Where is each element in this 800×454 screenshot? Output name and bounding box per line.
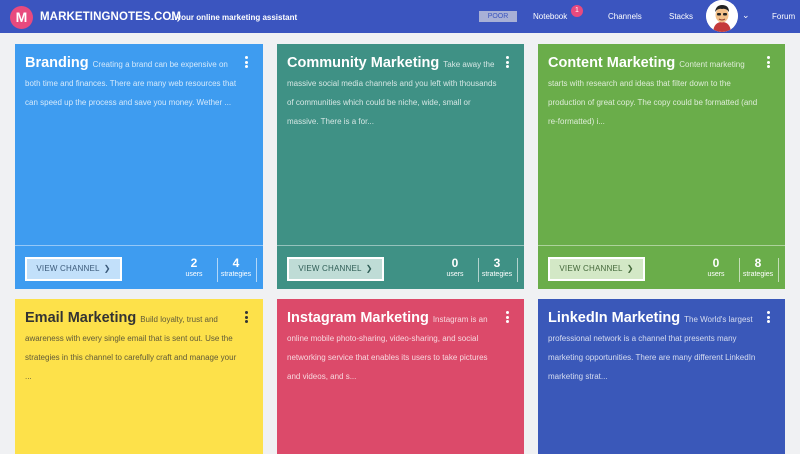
card-title: Instagram Marketing	[287, 310, 429, 326]
more-options-icon[interactable]	[506, 56, 510, 70]
notification-badge: 1	[571, 5, 583, 17]
users-label: users	[707, 271, 725, 278]
card-text: Email Marketing Build loyalty, trust and …	[25, 309, 241, 386]
user-avatar[interactable]	[706, 0, 738, 32]
users-count: 2	[190, 256, 198, 270]
card-text: Content Marketing Content marketing start…	[548, 54, 763, 131]
card-title: Email Marketing	[25, 310, 137, 326]
channel-card-email-marketing[interactable]: Email Marketing Build loyalty, trust and …	[15, 299, 263, 454]
strategies-count: 8	[754, 256, 762, 270]
card-footer: VIEW CHANNEL ❯ 2 users 4 strategies	[15, 245, 263, 289]
users-count: 0	[451, 256, 459, 270]
more-options-icon[interactable]	[506, 311, 510, 325]
strategies-label: strategies	[481, 271, 513, 278]
card-title: Branding	[25, 55, 89, 71]
channel-card-linkedin-marketing[interactable]: LinkedIn Marketing The World's largest pr…	[538, 299, 785, 454]
site-brand[interactable]: MARKETINGNOTES.COM	[40, 11, 181, 23]
view-channel-label: VIEW CHANNEL	[298, 264, 362, 273]
top-bar: M MARKETINGNOTES.COM ...your online mark…	[0, 0, 800, 33]
stat-divider	[256, 258, 257, 282]
strategies-count: 3	[493, 256, 501, 270]
chevron-right-icon: ❯	[626, 264, 634, 273]
more-options-icon[interactable]	[245, 56, 249, 70]
strategies-stat: 3 strategies	[479, 257, 515, 280]
status-badge: POOR	[479, 11, 517, 22]
nav-notebook[interactable]: Notebook	[533, 12, 567, 21]
view-channel-button[interactable]: VIEW CHANNEL ❯	[25, 257, 122, 281]
strategies-label: strategies	[220, 271, 252, 278]
strategies-count: 4	[232, 256, 240, 270]
card-text: Instagram Marketing Instagram is an onlin…	[287, 309, 502, 386]
card-text: LinkedIn Marketing The World's largest pr…	[548, 309, 763, 386]
more-options-icon[interactable]	[767, 56, 771, 70]
card-title: Community Marketing	[287, 55, 440, 71]
channel-card-instagram-marketing[interactable]: Instagram Marketing Instagram is an onlin…	[277, 299, 524, 454]
card-text: Branding Creating a brand can be expensiv…	[25, 54, 241, 112]
users-stat: 0 users	[700, 257, 732, 280]
users-label: users	[446, 271, 464, 278]
strategies-stat: 4 strategies	[218, 257, 254, 280]
card-title: LinkedIn Marketing	[548, 310, 681, 326]
nav-stacks[interactable]: Stacks	[669, 12, 693, 21]
avatar-icon	[706, 0, 738, 32]
users-stat: 2 users	[178, 257, 210, 280]
nav-channels[interactable]: Channels	[608, 12, 642, 21]
channel-card-content-marketing[interactable]: Content Marketing Content marketing start…	[538, 44, 785, 289]
chevron-right-icon: ❯	[365, 264, 373, 273]
channel-card-community-marketing[interactable]: Community Marketing Take away the massive…	[277, 44, 524, 289]
stat-divider	[517, 258, 518, 282]
strategies-stat: 8 strategies	[740, 257, 776, 280]
view-channel-button[interactable]: VIEW CHANNEL ❯	[287, 257, 384, 281]
stat-divider	[778, 258, 779, 282]
users-count: 0	[712, 256, 720, 270]
chevron-down-icon[interactable]: ⌄	[742, 10, 750, 21]
more-options-icon[interactable]	[245, 311, 249, 325]
card-footer: VIEW CHANNEL ❯ 0 users 3 strategies	[277, 245, 524, 289]
nav-forum[interactable]: Forum	[772, 12, 795, 21]
users-stat: 0 users	[439, 257, 471, 280]
view-channel-label: VIEW CHANNEL	[36, 264, 100, 273]
strategies-label: strategies	[742, 271, 774, 278]
more-options-icon[interactable]	[767, 311, 771, 325]
site-tagline: ...your online marketing assistant	[170, 13, 298, 22]
card-title: Content Marketing	[548, 55, 676, 71]
logo[interactable]: M	[10, 6, 33, 29]
card-footer: VIEW CHANNEL ❯ 0 users 8 strategies	[538, 245, 785, 289]
view-channel-button[interactable]: VIEW CHANNEL ❯	[548, 257, 645, 281]
view-channel-label: VIEW CHANNEL	[559, 264, 623, 273]
channel-card-branding[interactable]: Branding Creating a brand can be expensiv…	[15, 44, 263, 289]
chevron-right-icon: ❯	[103, 264, 111, 273]
card-text: Community Marketing Take away the massive…	[287, 54, 502, 131]
users-label: users	[185, 271, 203, 278]
